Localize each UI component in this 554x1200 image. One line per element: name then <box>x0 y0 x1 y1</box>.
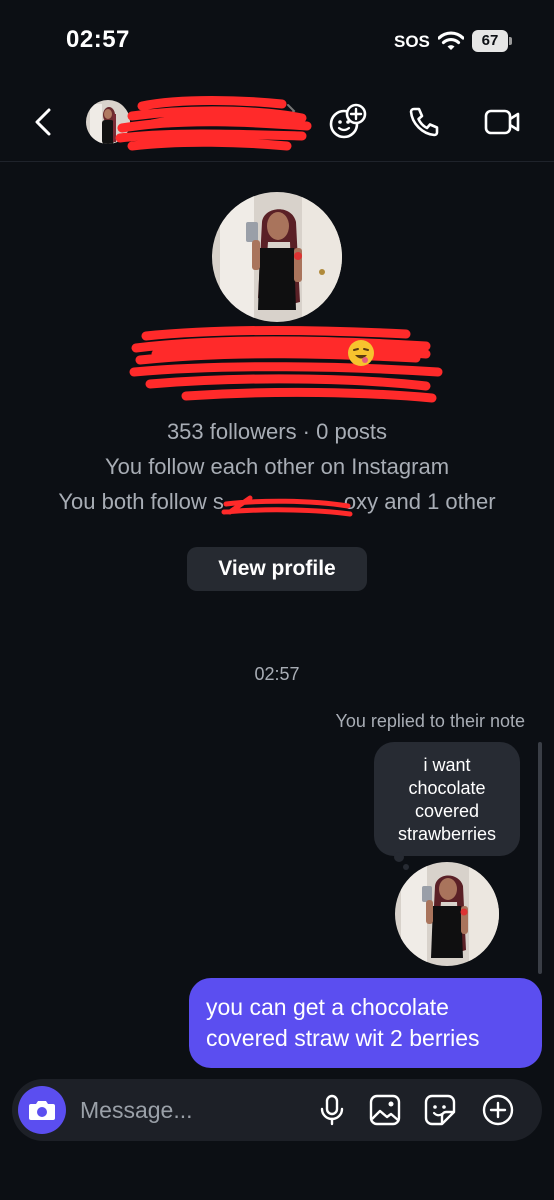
view-profile-button[interactable]: View profile <box>187 547 367 591</box>
emoji-icon <box>348 340 374 366</box>
chat-header <box>0 78 554 162</box>
wifi-icon <box>438 31 464 50</box>
battery-icon: 67 <box>472 30 512 52</box>
camera-button[interactable] <box>18 1086 66 1134</box>
scrollbar[interactable] <box>538 742 542 974</box>
replied-note-label: You replied to their note <box>335 711 525 731</box>
both-follow-text: You both follow s <box>58 489 224 514</box>
both-follow-tail: oxy and 1 other <box>343 489 496 514</box>
note-avatar[interactable] <box>395 862 499 966</box>
note-tail-dot <box>394 852 404 862</box>
chevron-right-icon <box>287 104 296 118</box>
add-people-icon[interactable] <box>328 102 368 142</box>
back-arrow-icon[interactable] <box>26 104 62 140</box>
microphone-icon[interactable] <box>314 1092 350 1128</box>
sticker-icon[interactable] <box>422 1092 458 1128</box>
gallery-icon[interactable] <box>367 1092 403 1128</box>
status-time: 02:57 <box>66 26 130 53</box>
video-camera-icon[interactable] <box>482 102 522 142</box>
note-bubble[interactable]: i want chocolate covered strawberries <box>374 742 520 856</box>
profile-avatar[interactable] <box>212 192 342 322</box>
profile-both-follow: You both follow s oxy and 1 other <box>0 489 554 515</box>
phone-icon[interactable] <box>404 102 444 142</box>
redaction-scribble <box>129 326 443 403</box>
plus-icon[interactable] <box>480 1092 516 1128</box>
profile-stats: 353 followers · 0 posts <box>166 419 388 444</box>
profile-mutual: You follow each other on Instagram <box>104 454 450 479</box>
chat-timestamp: 02:57 <box>254 664 300 684</box>
message-input[interactable] <box>80 1090 300 1130</box>
status-sos: SOS <box>394 32 430 51</box>
battery-level: 67 <box>472 30 508 52</box>
header-avatar[interactable] <box>86 100 130 144</box>
note-tail-dot <box>403 864 409 870</box>
home-indicator-area <box>0 1160 554 1200</box>
sent-message-bubble[interactable]: you can get a chocolate covered straw wi… <box>189 978 542 1068</box>
camera-icon <box>29 1101 55 1120</box>
